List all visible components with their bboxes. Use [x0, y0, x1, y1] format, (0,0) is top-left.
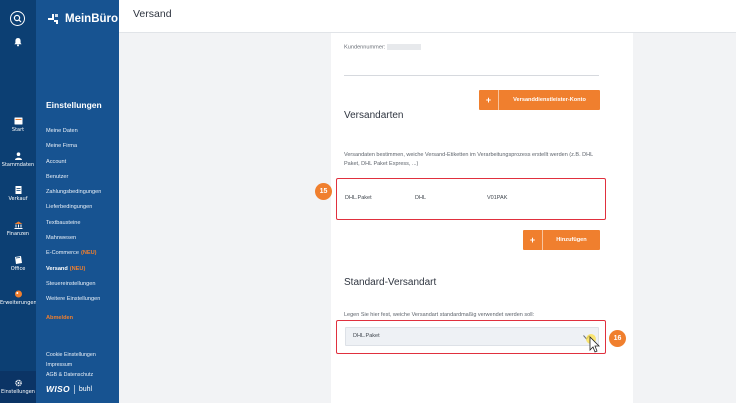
rail-item-einstellungen[interactable]: Einstellungen — [0, 379, 36, 395]
rail-label: Erweiterungen — [0, 300, 37, 306]
bell-icon[interactable] — [13, 37, 23, 47]
nav-item-mahnwesen[interactable]: Mahnwesen — [46, 233, 101, 248]
rail-label: Verkauf — [8, 196, 28, 202]
rail-item-finanzen[interactable]: Finanzen — [0, 221, 36, 237]
add-button[interactable]: + Hinzufügen — [523, 230, 600, 250]
footer-link-impressum[interactable]: Impressum — [46, 361, 96, 371]
rail-item-start[interactable]: Start — [0, 117, 36, 133]
plus-icon: + — [479, 90, 499, 110]
methods-description: Versandaten bestimmen, weiche Versand-Et… — [344, 152, 593, 167]
nav-item-account[interactable]: Account — [46, 157, 101, 172]
bank-icon — [14, 221, 22, 229]
provider-account-label: Versanddienstleister-Konto — [513, 97, 586, 103]
document-icon — [15, 186, 21, 194]
start-icon — [14, 117, 22, 125]
method-carrier: DHL — [415, 195, 427, 201]
methods-heading: Versandarten — [344, 110, 404, 121]
nav-item-meine-daten[interactable]: Meine Daten — [46, 126, 101, 141]
footer-links: Cookie Einstellungen Impressum AGB & Dat… — [46, 351, 96, 380]
office-icon — [14, 256, 22, 264]
nav-title: Einstellungen — [46, 100, 102, 110]
puzzle-icon — [14, 290, 22, 298]
step-badge: 15 — [315, 183, 332, 200]
nav-item-versand[interactable]: Versand (NEU) — [46, 264, 101, 279]
right-gutter — [633, 33, 736, 403]
nav-item-zahlungsbedingungen[interactable]: Zahlungsbedingungen — [46, 187, 101, 202]
settings-nav: MeinBüro Einstellungen Meine Daten Meine… — [36, 0, 119, 403]
content-card: Kundennummer: + Versanddienstleister-Kon… — [315, 33, 633, 403]
nav-item-e-commerce[interactable]: E-Commerce (NEU) — [46, 248, 101, 263]
step-badge: 16 — [609, 330, 626, 347]
customer-number: Kundennummer: — [344, 44, 422, 51]
page-title: Versand — [133, 8, 172, 20]
rail-label: Office — [10, 266, 26, 272]
search-icon[interactable] — [10, 11, 25, 26]
divider — [344, 75, 599, 76]
cursor-icon — [586, 334, 600, 353]
buhl-logo: buhl — [78, 385, 93, 393]
std-method-select[interactable]: DHL.Paket — [345, 327, 599, 346]
add-button-label: Hinzufügen — [556, 237, 587, 243]
method-code: V01PAK — [487, 195, 508, 201]
gear-icon — [14, 379, 22, 387]
wiso-logo: WISO — [46, 384, 70, 394]
std-method-value: DHL.Paket — [353, 333, 380, 339]
footer-link-cookies[interactable]: Cookie Einstellungen — [46, 351, 96, 361]
method-name: DHL.Paket — [345, 195, 372, 201]
icon-rail: Start Stammdaten Verkauf Finanzen Office… — [0, 0, 37, 403]
nav-list: Meine Daten Meine Firma Account Benutzer… — [46, 126, 101, 310]
customer-number-redacted — [387, 44, 422, 50]
rail-item-erweiterungen[interactable]: Erweiterungen — [0, 290, 37, 306]
logo-mark-icon — [48, 14, 58, 24]
rail-label: Finanzen — [6, 231, 30, 237]
new-badge: (NEU) — [80, 250, 97, 257]
nav-item-meine-firma[interactable]: Meine Firma — [46, 141, 101, 156]
provider-account-button[interactable]: + Versanddienstleister-Konto — [479, 90, 600, 110]
rail-label: Start — [11, 127, 25, 133]
rail-label: Einstellungen — [1, 389, 35, 395]
top-bar: Versand — [119, 0, 736, 33]
person-icon — [14, 152, 22, 160]
nav-item-lieferbedingungen[interactable]: Lieferbedingungen — [46, 202, 101, 217]
rail-label: Stammdaten — [1, 162, 35, 168]
brand-divider — [73, 384, 75, 394]
shipping-method-row[interactable]: DHL.Paket DHL V01PAK — [336, 178, 606, 220]
nav-item-textbausteine[interactable]: Textbausteine — [46, 218, 101, 233]
rail-item-stammdaten[interactable]: Stammdaten — [0, 152, 36, 168]
footer-link-agb[interactable]: AGB & Datenschutz — [46, 371, 96, 381]
new-badge: (NEU) — [69, 265, 86, 272]
std-description: Legen Sie hier fest, weiche Versandart s… — [344, 312, 535, 318]
nav-item-steuereinstellungen[interactable]: Steuereinstellungen — [46, 279, 101, 294]
rail-item-office[interactable]: Office — [0, 256, 36, 272]
plus-icon: + — [523, 230, 543, 250]
std-method-highlight: DHL.Paket — [336, 320, 606, 354]
std-heading: Standard-Versandart — [344, 277, 437, 288]
nav-item-benutzer[interactable]: Benutzer — [46, 172, 101, 187]
customer-number-label: Kundennummer: — [344, 44, 386, 51]
logo[interactable]: MeinBüro — [46, 12, 118, 26]
vendor-brand: WISO buhl — [46, 384, 92, 394]
logout-link[interactable]: Abmelden — [46, 315, 73, 321]
nav-item-weitere-einstellungen[interactable]: Weitere Einstellungen — [46, 294, 101, 309]
rail-item-verkauf[interactable]: Verkauf — [0, 186, 36, 202]
brand-name: MeinBüro — [65, 13, 119, 25]
